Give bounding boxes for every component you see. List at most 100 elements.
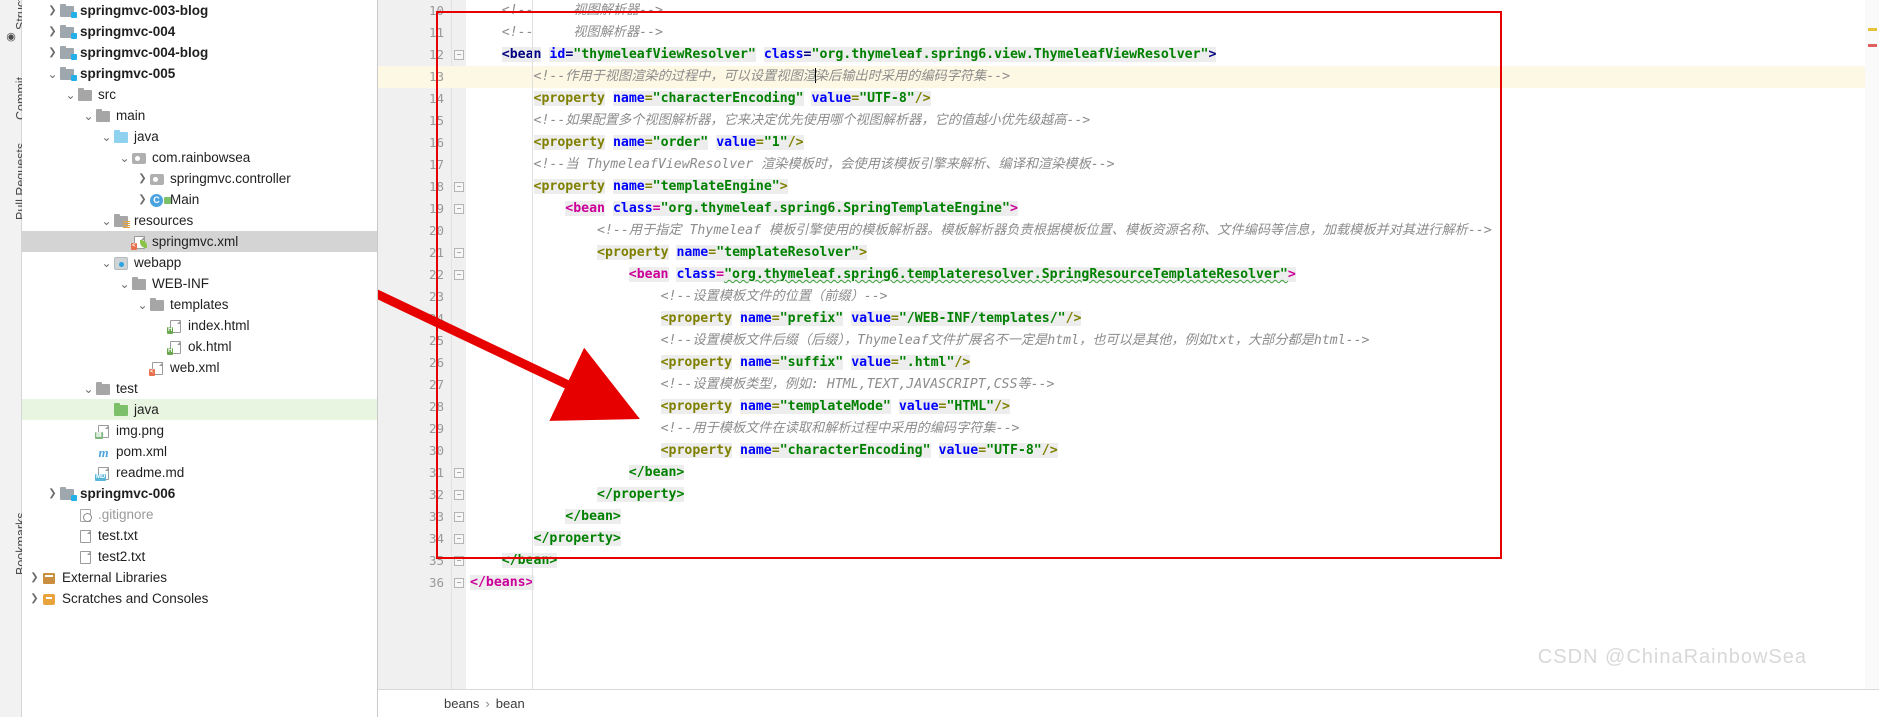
code-line[interactable]: 24 <property name="prefix" value="/WEB-I… — [378, 308, 1879, 330]
tree-row-resources[interactable]: ⌄ resources — [22, 210, 377, 231]
code-line[interactable]: 12− <bean id = "thymeleafViewResolver" cla… — [378, 44, 1879, 66]
editor-scrollbar[interactable] — [1865, 0, 1879, 717]
chevron-down-icon[interactable]: ⌄ — [100, 257, 113, 269]
chevron-down-icon[interactable]: ⌄ — [64, 89, 77, 101]
fold-toggle-icon[interactable]: − — [454, 50, 464, 60]
chevron-down-icon[interactable]: ⌄ — [118, 152, 131, 164]
code-line[interactable]: 25 <!--设置模板文件后缀（后缀），Thymeleaf文件扩展名不一定是ht… — [378, 330, 1879, 352]
code-line[interactable]: 19− <bean class="org.thymeleaf.spring6.S… — [378, 198, 1879, 220]
breadcrumb-item-beans[interactable]: beans — [444, 696, 479, 711]
code-line[interactable]: 10 <!-- 视图解析器--> — [378, 0, 1879, 22]
tree-row-springmvc-005[interactable]: ⌄ springmvc-005 — [22, 63, 377, 84]
fold-toggle-icon[interactable]: − — [454, 468, 464, 478]
tree-row-main[interactable]: ⌄ main — [22, 105, 377, 126]
tree-row-web-xml[interactable]: < web.xml — [22, 357, 377, 378]
fold-toggle-icon[interactable]: − — [454, 534, 464, 544]
fold-toggle-icon[interactable]: − — [454, 512, 464, 522]
code-line[interactable]: 23 <!--设置模板文件的位置（前缀）--> — [378, 286, 1879, 308]
code-line[interactable]: 17 <!--当 ThymeleafViewResolver 渲染模板时，会使用… — [378, 154, 1879, 176]
tree-row-test-txt[interactable]: test.txt — [22, 525, 377, 546]
fold-toggle-icon[interactable]: − — [454, 204, 464, 214]
code-line[interactable]: 22− <bean class="org.thymeleaf.spring6.t… — [378, 264, 1879, 286]
tree-row-com-rainbowsea[interactable]: ⌄ com.rainbowsea — [22, 147, 377, 168]
code-line[interactable]: 32− </property> — [378, 484, 1879, 506]
tree-row-main[interactable]: ❯ C Main — [22, 189, 377, 210]
code-editor[interactable]: 10 <!-- 视图解析器--> 11 <!-- 视图解析器--> 12− <bea… — [378, 0, 1879, 717]
code-line[interactable]: 14 <property name="characterEncoding" va… — [378, 88, 1879, 110]
tree-row-index-html[interactable]: Hindex.html — [22, 315, 377, 336]
tree-row-test2-txt[interactable]: test2.txt — [22, 546, 377, 567]
breadcrumb-bar[interactable]: beans › bean — [378, 689, 1879, 717]
tool-tab-pull-requests[interactable]: Pull Requests — [0, 130, 28, 220]
tree-row-springmvc-003-blog[interactable]: ❯ springmvc-003-blog — [22, 0, 377, 21]
tree-row-springmvc-006[interactable]: ❯ springmvc-006 — [22, 483, 377, 504]
fold-toggle-icon[interactable]: − — [454, 248, 464, 258]
code-token: <property — [597, 245, 669, 260]
chevron-down-icon[interactable]: ⌄ — [46, 68, 59, 80]
tree-row-springmvc-controller[interactable]: ❯ springmvc.controller — [22, 168, 377, 189]
fold-toggle-icon[interactable]: − — [454, 182, 464, 192]
chevron-right-icon[interactable]: ❯ — [46, 47, 59, 58]
chevron-right-icon[interactable]: ❯ — [46, 26, 59, 37]
chevron-right-icon[interactable]: ❯ — [136, 173, 149, 184]
tree-row-src[interactable]: ⌄ src — [22, 84, 377, 105]
tree-row-springmvc-004[interactable]: ❯ springmvc-004 — [22, 21, 377, 42]
tree-row-springmvc-004-blog[interactable]: ❯ springmvc-004-blog — [22, 42, 377, 63]
fold-toggle-icon[interactable]: − — [454, 578, 464, 588]
code-line[interactable]: 18− <property name="templateEngine"> — [378, 176, 1879, 198]
tree-row-readme-md[interactable]: MD readme.md — [22, 462, 377, 483]
tree-row-pom-xml[interactable]: m pom.xml — [22, 441, 377, 462]
code-line[interactable]: 35− </bean> — [378, 550, 1879, 572]
tree-row-ok-html[interactable]: Hok.html — [22, 336, 377, 357]
code-line[interactable]: 33− </bean> — [378, 506, 1879, 528]
code-line[interactable]: 16 <property name="order" value="1"/> — [378, 132, 1879, 154]
tree-row-img-png[interactable]: ▤ img.png — [22, 420, 377, 441]
chevron-right-icon[interactable]: ❯ — [46, 488, 59, 499]
tree-row--gitignore[interactable]: .gitignore — [22, 504, 377, 525]
tree-row-scratches-and-consoles[interactable]: ❯ Scratches and Consoles — [22, 588, 377, 609]
code-line[interactable]: 21− <property name="templateResolver"> — [378, 242, 1879, 264]
chevron-right-icon[interactable]: ❯ — [136, 194, 149, 205]
tree-row-external-libraries[interactable]: ❯ External Libraries — [22, 567, 377, 588]
tree-row-test[interactable]: ⌄ test — [22, 378, 377, 399]
code-line[interactable]: 15 <!--如果配置多个视图解析器，它来决定优先使用哪个视图解析器，它的值越小… — [378, 110, 1879, 132]
tree-row-web-inf[interactable]: ⌄ WEB-INF — [22, 273, 377, 294]
tool-tab-commit[interactable]: ◉ Commit — [0, 30, 28, 120]
code-token: "thymeleafViewResolver" — [573, 47, 756, 62]
chevron-right-icon[interactable]: ❯ — [28, 572, 41, 583]
tree-row-templates[interactable]: ⌄ templates — [22, 294, 377, 315]
fold-toggle-icon[interactable]: − — [454, 556, 464, 566]
tool-tab-bookmarks[interactable]: Bookmarks — [0, 505, 28, 575]
chevron-down-icon[interactable]: ⌄ — [82, 110, 95, 122]
code-line[interactable]: 30 <property name="characterEncoding" va… — [378, 440, 1879, 462]
chevron-right-icon[interactable]: ❯ — [46, 5, 59, 16]
code-line[interactable]: 31− </bean> — [378, 462, 1879, 484]
code-line[interactable]: 29 <!--用于模板文件在读取和解析过程中采用的编码字符集--> — [378, 418, 1879, 440]
chevron-right-icon[interactable]: ❯ — [28, 593, 41, 604]
code-line[interactable]: 26 <property name="suffix" value=".html"… — [378, 352, 1879, 374]
code-token: </property> — [533, 531, 621, 546]
fold-toggle-icon[interactable]: − — [454, 490, 464, 500]
tool-tab-structure[interactable]: Structure — [0, 0, 28, 30]
project-tree-panel[interactable]: ❯ springmvc-003-blog ❯ springmvc-004 ❯ spring… — [22, 0, 378, 717]
breadcrumb-item-bean[interactable]: bean — [496, 696, 525, 711]
chevron-down-icon[interactable]: ⌄ — [82, 383, 95, 395]
chevron-down-icon[interactable]: ⌄ — [100, 215, 113, 227]
chevron-down-icon[interactable]: ⌄ — [136, 299, 149, 311]
code-line[interactable]: 28 <property name="templateMode" value="… — [378, 396, 1879, 418]
code-line[interactable]: 13 <!--作用于视图渲染的过程中，可以设置视图渲染后输出时采用的编码字符集-… — [378, 66, 1879, 88]
code-line[interactable]: 34− </property> — [378, 528, 1879, 550]
code-line[interactable]: 36− </beans> — [378, 572, 1879, 594]
chevron-down-icon[interactable]: ⌄ — [100, 131, 113, 143]
tree-row-webapp[interactable]: ⌄ webapp — [22, 252, 377, 273]
tree-row-java[interactable]: ⌄ java — [22, 126, 377, 147]
code-line[interactable]: 11 <!-- 视图解析器--> — [378, 22, 1879, 44]
tree-row-java[interactable]: java — [22, 399, 377, 420]
code-content[interactable]: 10 <!-- 视图解析器--> 11 <!-- 视图解析器--> 12− <bea… — [378, 0, 1879, 717]
code-line[interactable]: 20 <!--用于指定 Thymeleaf 模板引擎使用的模板解析器。模板解析器… — [378, 220, 1879, 242]
tree-row-label: templates — [170, 297, 229, 312]
tree-row-springmvc-xml[interactable]: < springmvc.xml — [22, 231, 377, 252]
chevron-down-icon[interactable]: ⌄ — [118, 278, 131, 290]
fold-toggle-icon[interactable]: − — [454, 270, 464, 280]
code-line[interactable]: 27 <!--设置模板类型，例如: HTML,TEXT,JAVASCRIPT,C… — [378, 374, 1879, 396]
